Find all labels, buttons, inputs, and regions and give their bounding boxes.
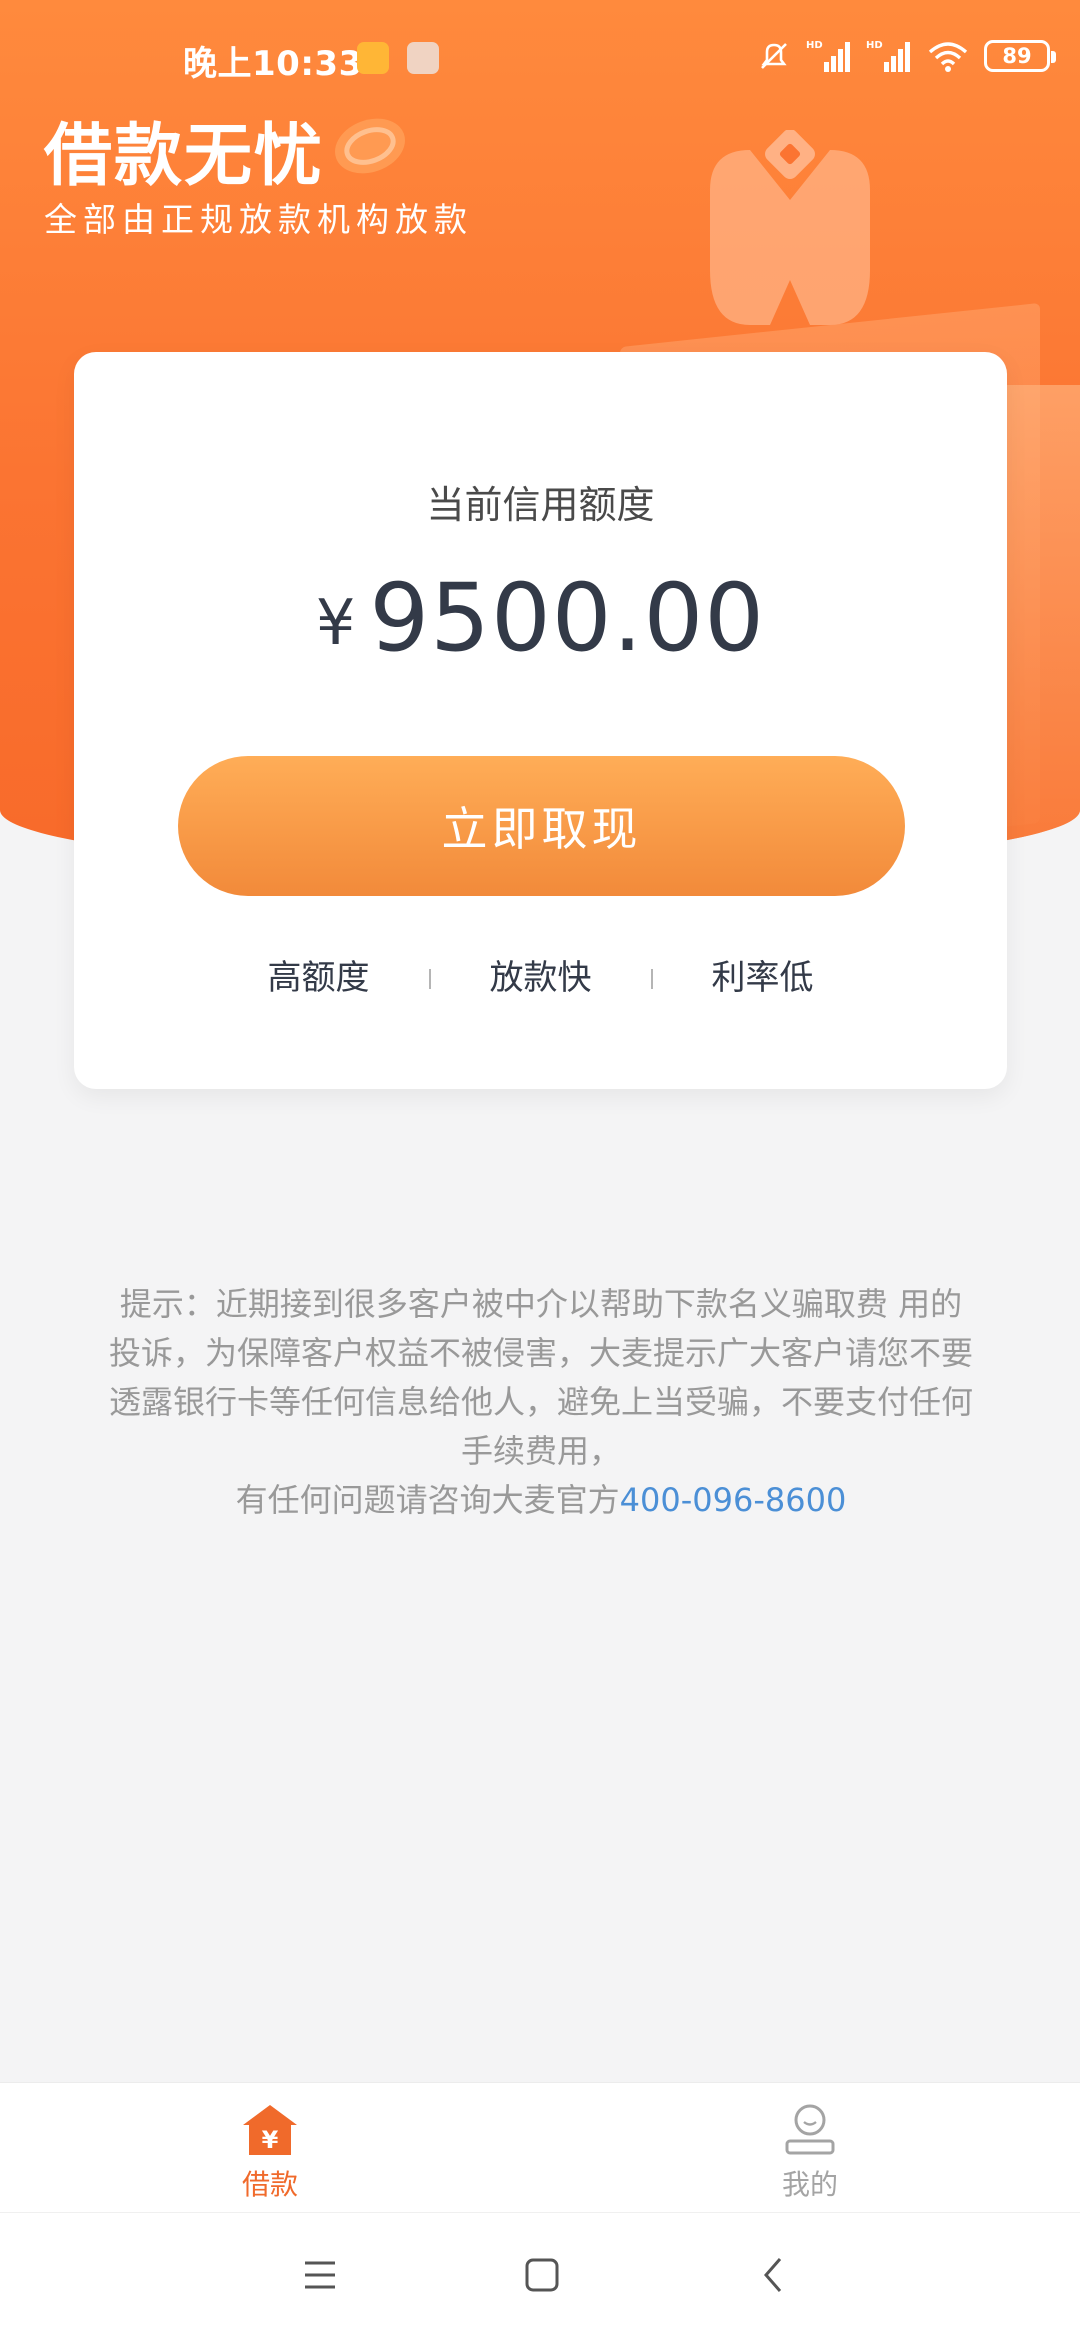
tab-mine-label: 我的	[781, 2168, 838, 2201]
signal-icon: HD	[806, 40, 850, 72]
home-icon[interactable]	[524, 2255, 560, 2295]
official-phone-link[interactable]: 400-096-8600	[620, 1481, 847, 1519]
loan-house-icon: ¥	[243, 2105, 297, 2155]
notice-contact-prefix: 有任何问题请咨询大麦官方	[235, 1481, 620, 1519]
status-bar: 晚上10:33 HD HD 89	[0, 0, 1080, 115]
fraud-notice: 提示：近期接到很多客户被中介以帮助下款名义骗取费 用的投诉，为保障客户权益不被侵…	[108, 1280, 974, 1525]
system-navigation-bar	[0, 2212, 1080, 2340]
mute-bell-icon	[761, 43, 787, 69]
back-icon[interactable]	[756, 2255, 792, 2295]
svg-text:HD: HD	[806, 40, 823, 51]
notice-text: 提示：近期接到很多客户被中介以帮助下款名义骗取费 用的投诉，为保障客户权益不被侵…	[108, 1285, 973, 1470]
svg-text:HD: HD	[866, 40, 883, 51]
feature-low-rate: 利率低	[711, 958, 814, 998]
message-notification-icon	[357, 42, 389, 74]
feature-fast-payout: 放款快	[489, 958, 592, 998]
feature-list: 高额度 放款快 利率低	[74, 950, 1007, 999]
credit-card: 当前信用额度 ¥9500.00 立即取现 高额度 放款快 利率低	[74, 352, 1007, 1089]
brand-title: 借款无忧	[44, 117, 325, 196]
feature-high-limit: 高额度	[267, 958, 370, 998]
decorative-block	[1000, 385, 1080, 865]
svg-text:¥: ¥	[262, 2126, 279, 2154]
bottom-tab-bar: ¥ 借款 我的	[0, 2082, 1080, 2212]
app-notification-icon	[407, 42, 439, 74]
menu-icon[interactable]	[302, 2255, 338, 2295]
status-indicators: HD HD 89	[756, 38, 1056, 74]
credit-limit-label: 当前信用额度	[426, 483, 655, 527]
profile-icon	[785, 2104, 835, 2155]
coin-icon	[335, 118, 405, 174]
battery-indicator: 89	[984, 40, 1056, 72]
currency-symbol: ¥	[315, 586, 356, 659]
brand-watermark-icon	[710, 130, 870, 325]
wifi-icon	[928, 42, 968, 72]
signal-icon: HD	[866, 40, 910, 72]
brand-subtitle: 全部由正规放款机构放款	[44, 200, 473, 239]
withdraw-button[interactable]: 立即取现	[178, 756, 905, 896]
tab-loan-label: 借款	[241, 2168, 298, 2201]
credit-amount: ¥9500.00	[74, 564, 1007, 673]
tab-mine[interactable]: 我的	[540, 2083, 1080, 2212]
credit-amount-value: 9500.00	[369, 564, 766, 673]
tab-loan[interactable]: ¥ 借款	[0, 2083, 540, 2212]
status-time: 晚上10:33	[183, 44, 363, 84]
